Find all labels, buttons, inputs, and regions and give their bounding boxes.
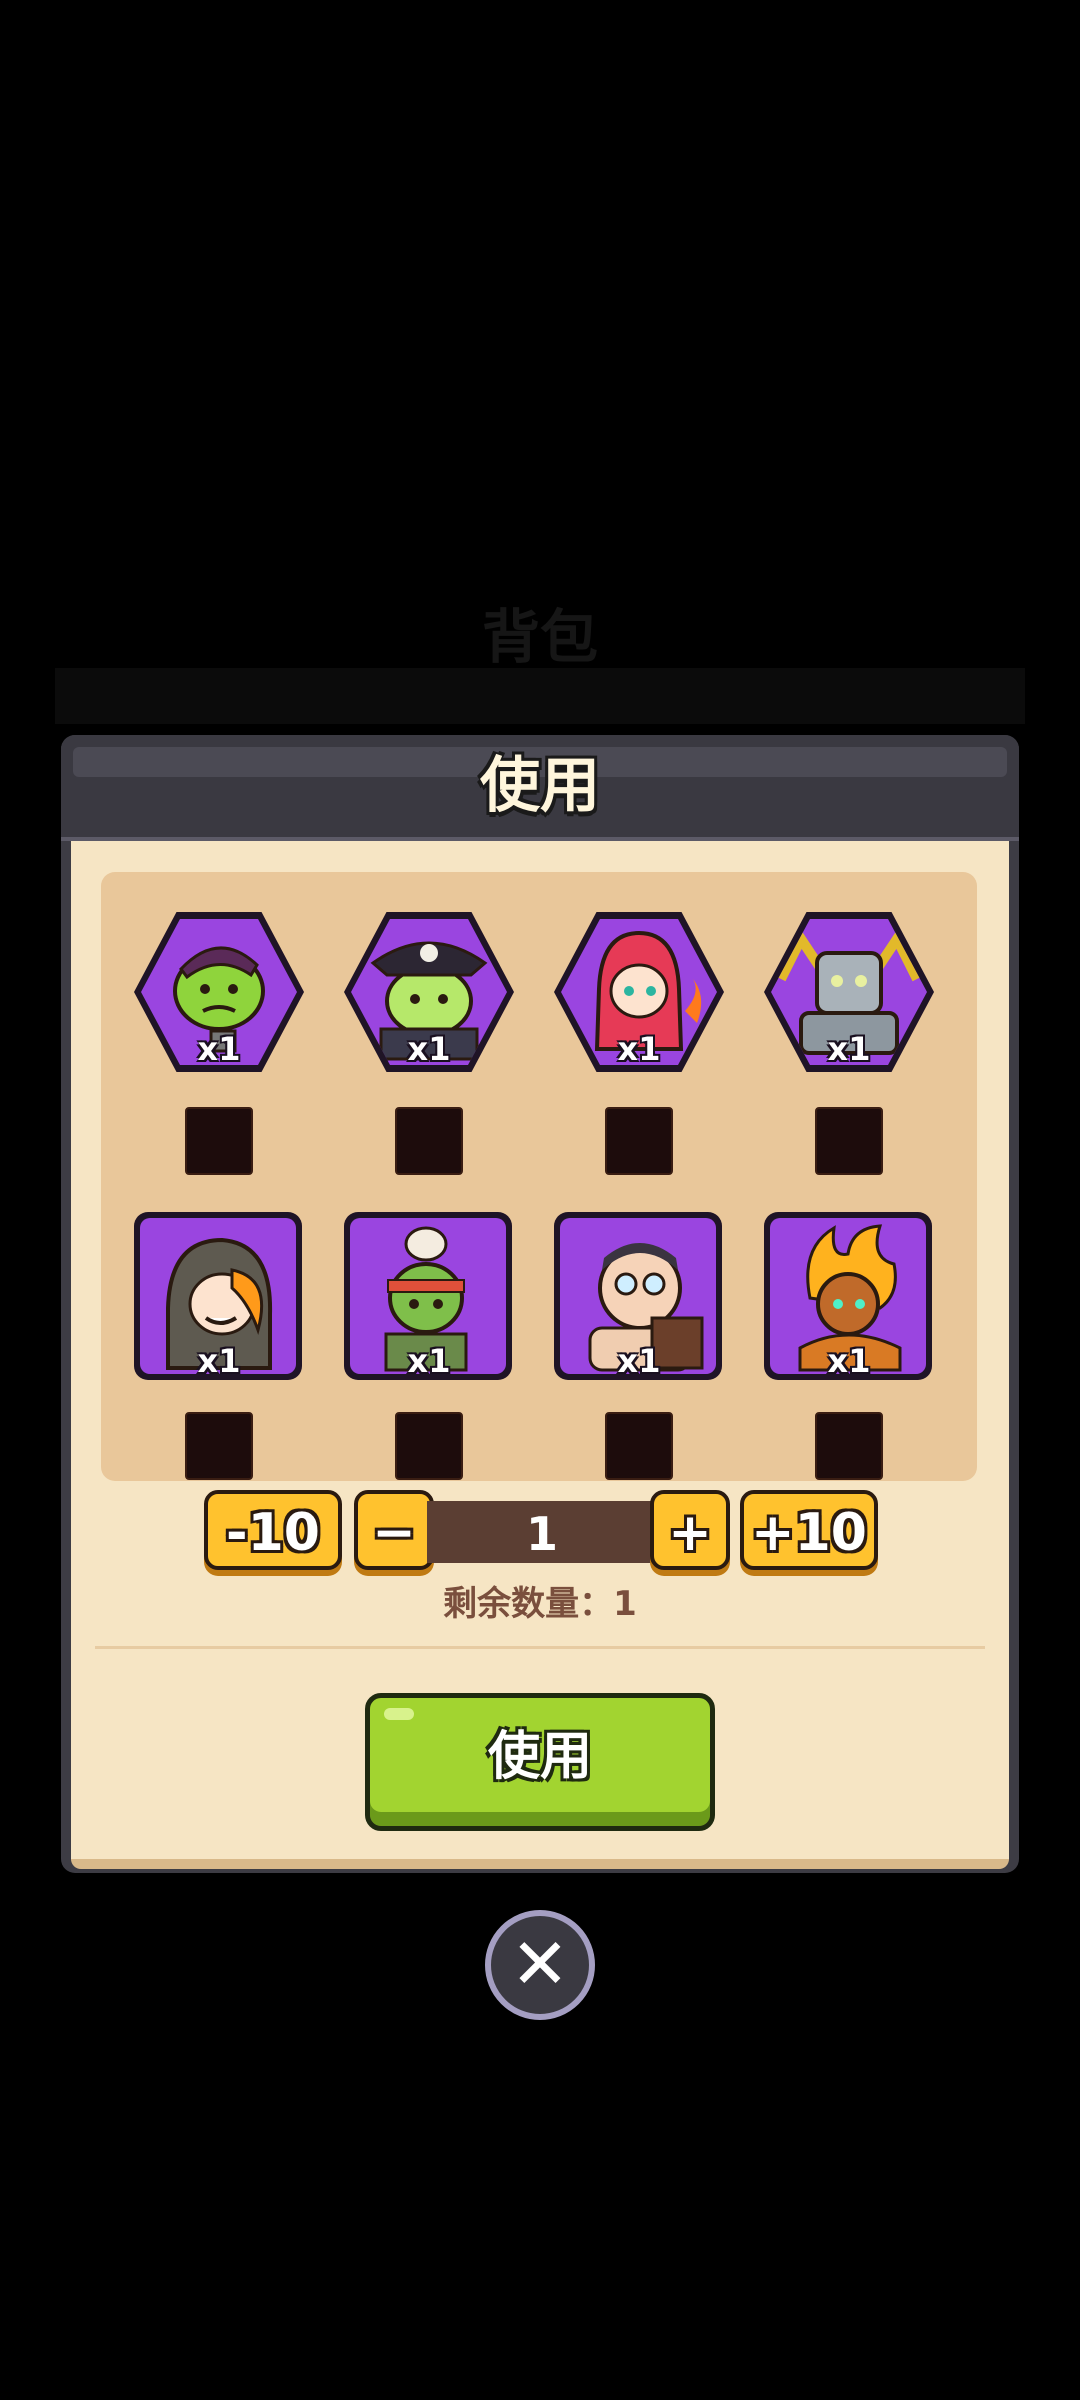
item-count: x1 <box>407 1342 451 1380</box>
use-button[interactable]: 使用 <box>365 1693 715 1831</box>
use-dialog: 使用 x1 x1 x1 x1 x1 x1 x1 x1 -10 − 1 + +10… <box>61 735 1019 1873</box>
dialog-panel: x1 x1 x1 x1 x1 x1 x1 x1 -10 − 1 + +10 剩余… <box>71 841 1009 1869</box>
plus-button[interactable]: + <box>650 1490 730 1570</box>
close-icon: ✕ <box>510 1923 570 2005</box>
item-slot-bald-brawler[interactable]: x1 <box>549 1212 729 1481</box>
minus-button[interactable]: − <box>354 1490 434 1570</box>
background-title: 背包 <box>481 603 598 671</box>
item-slot-hooded-rogue[interactable]: x1 <box>129 1212 309 1481</box>
select-checkbox[interactable] <box>395 1412 463 1480</box>
dialog-title: 使用 <box>480 751 600 821</box>
select-checkbox[interactable] <box>605 1412 673 1480</box>
item-count: x1 <box>827 1030 871 1068</box>
select-checkbox[interactable] <box>815 1412 883 1480</box>
item-count: x1 <box>407 1030 451 1068</box>
item-slot-red-hood-mage[interactable]: x1 <box>549 902 729 1182</box>
item-count: x1 <box>827 1342 871 1380</box>
item-count: x1 <box>197 1342 241 1380</box>
select-checkbox[interactable] <box>185 1412 253 1480</box>
select-checkbox[interactable] <box>395 1107 463 1175</box>
minus-10-button[interactable]: -10 <box>204 1490 342 1570</box>
item-grid: x1 x1 x1 x1 x1 x1 x1 x1 <box>101 872 977 1481</box>
select-checkbox[interactable] <box>605 1107 673 1175</box>
item-count: x1 <box>617 1342 661 1380</box>
remaining-count: 剩余数量：1 <box>443 1584 637 1624</box>
item-slot-fire-spirit[interactable]: x1 <box>759 1212 939 1481</box>
close-button[interactable]: ✕ <box>485 1910 595 2020</box>
plus-10-button[interactable]: +10 <box>740 1490 878 1570</box>
item-slot-orc-warrior[interactable]: x1 <box>129 902 309 1182</box>
select-checkbox[interactable] <box>185 1107 253 1175</box>
divider <box>95 1646 985 1649</box>
item-count: x1 <box>197 1030 241 1068</box>
background-bar <box>55 668 1025 724</box>
item-count: x1 <box>617 1030 661 1068</box>
select-checkbox[interactable] <box>815 1107 883 1175</box>
item-slot-stone-golem[interactable]: x1 <box>759 902 939 1182</box>
use-button-label: 使用 <box>487 1727 592 1787</box>
item-slot-pirate-goblin[interactable]: x1 <box>339 902 519 1182</box>
quantity-display: 1 <box>427 1501 657 1563</box>
item-slot-goblin-chef[interactable]: x1 <box>339 1212 519 1481</box>
